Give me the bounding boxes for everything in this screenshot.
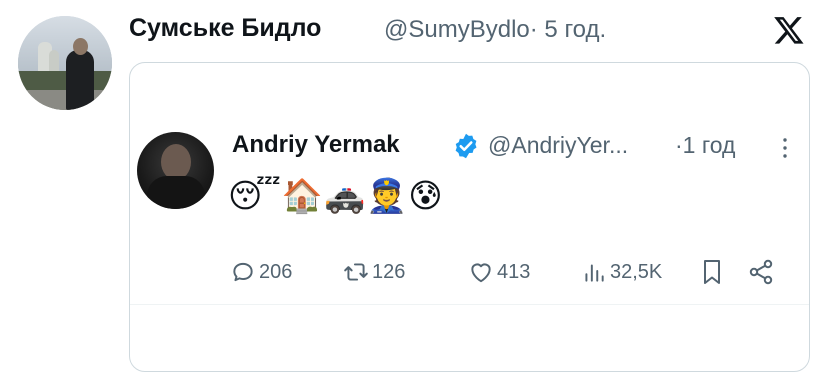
views-icon	[585, 264, 604, 282]
x-logo-icon[interactable]	[773, 14, 805, 46]
heart-icon	[471, 263, 491, 283]
quoted-avatar-body	[147, 176, 205, 209]
reply-button[interactable]: 206	[230, 257, 292, 287]
quoted-author-handle[interactable]: @AndriyYer...	[488, 132, 628, 159]
views-button[interactable]: 32,5K	[581, 257, 662, 287]
avatar-trees	[18, 71, 112, 91]
views-count: 32,5K	[610, 260, 663, 283]
reply-count: 206	[259, 260, 293, 283]
author-meta: @SumyBydlo· 5 год.	[384, 16, 606, 44]
quoted-time-value: 1 год	[682, 132, 736, 158]
quoted-avatar-face	[161, 144, 191, 180]
quoted-author-avatar[interactable]	[137, 132, 214, 209]
meta-separator: ·	[529, 16, 538, 43]
more-vertical-icon[interactable]	[778, 137, 792, 159]
avatar-ground	[18, 90, 112, 110]
author-display-name[interactable]: Сумське Бидло	[129, 14, 321, 43]
post-time[interactable]: 5 год.	[544, 16, 606, 43]
quoted-tweet-text: 😴🏠🚓👮😰	[228, 177, 444, 214]
retweet-icon	[344, 263, 368, 281]
author-avatar[interactable]	[18, 16, 112, 110]
reply-icon	[233, 262, 253, 282]
card-divider	[130, 304, 809, 305]
retweet-count: 126	[372, 260, 406, 283]
quoted-tweet-card[interactable]	[129, 62, 810, 372]
avatar-person-head	[73, 38, 88, 55]
bookmark-icon[interactable]	[700, 258, 724, 286]
avatar-sky	[18, 16, 112, 71]
quoted-author-name[interactable]: Andriy Yermak	[232, 131, 400, 159]
author-handle[interactable]: @SumyBydlo	[384, 16, 530, 43]
quoted-meta-separator: ·	[675, 132, 683, 158]
like-button[interactable]: 413	[468, 257, 530, 287]
avatar-person	[66, 50, 94, 110]
quoted-post-time[interactable]: ·1 год	[675, 132, 735, 159]
verified-badge-icon	[455, 133, 477, 159]
like-count: 413	[497, 260, 531, 283]
share-icon[interactable]	[747, 258, 775, 286]
retweet-button[interactable]: 126	[343, 257, 405, 287]
